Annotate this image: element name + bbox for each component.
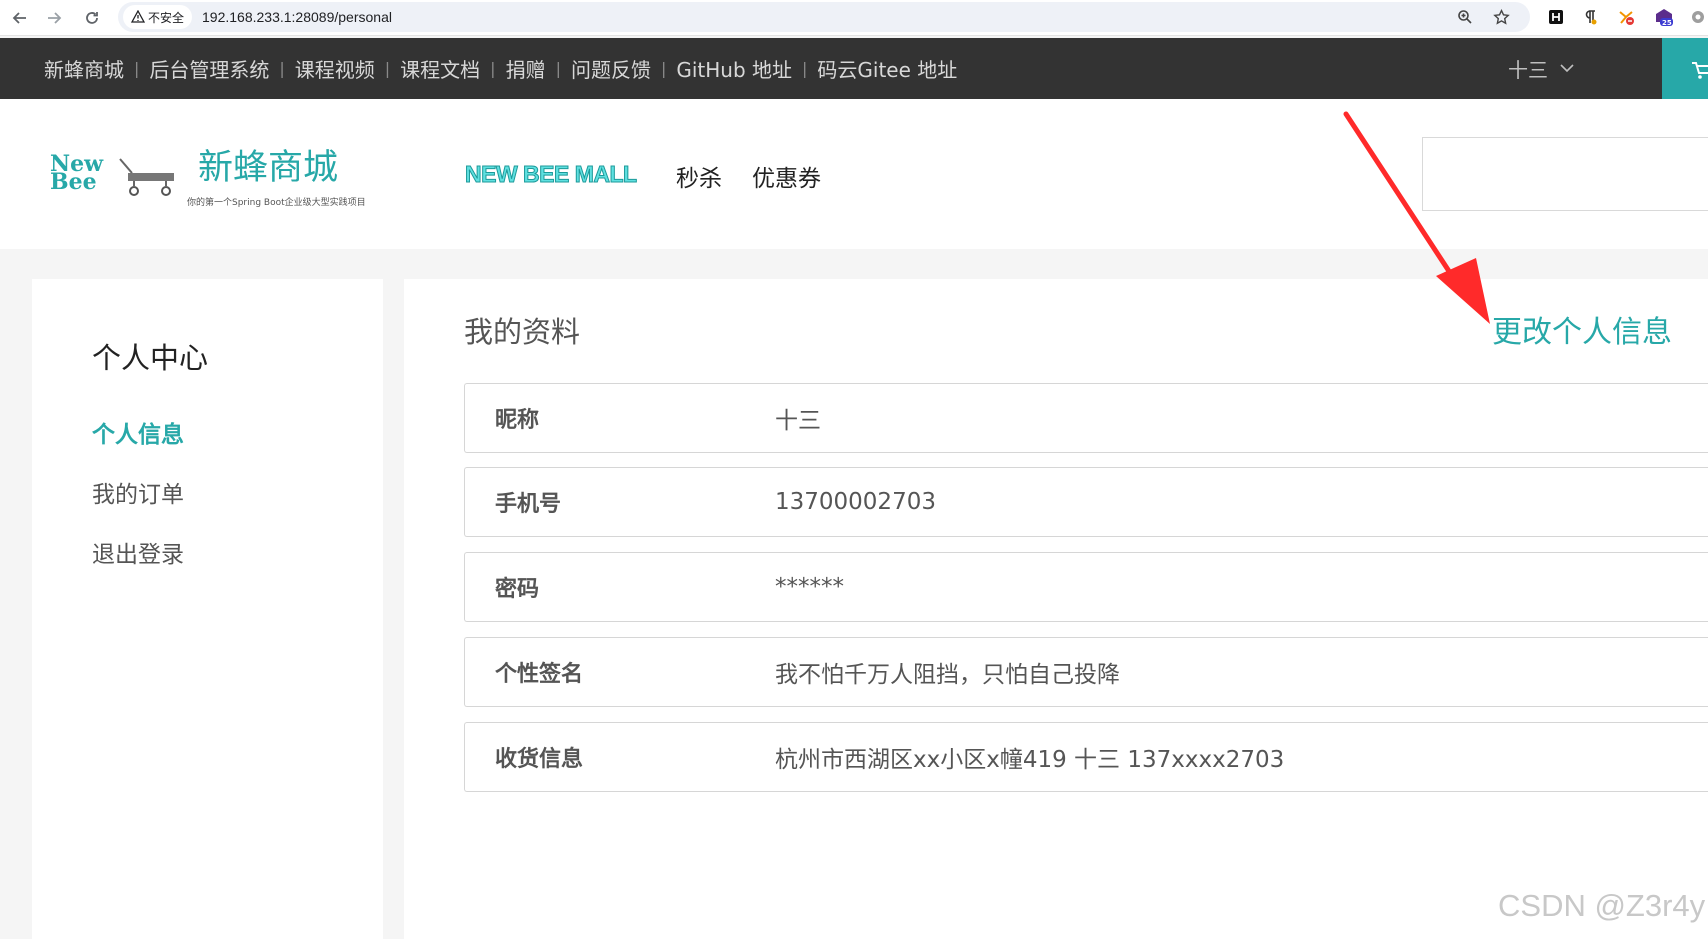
- separator: |: [384, 59, 391, 78]
- forward-icon[interactable]: [40, 4, 68, 32]
- row-value: 杭州市西湖区xx小区x幢419 十三 137xxxx2703: [775, 747, 1285, 773]
- profile-row-signature: 个性签名 我不怕千万人阻挡，只怕自己投降: [464, 637, 1708, 707]
- user-menu[interactable]: 十三: [1508, 38, 1574, 99]
- cart-logo-icon: [119, 158, 174, 196]
- row-value: 十三: [775, 408, 821, 434]
- page-title: 我的资料: [464, 315, 581, 349]
- top-link-admin[interactable]: 后台管理系统: [149, 54, 269, 83]
- extension-h-icon[interactable]: [1544, 5, 1568, 29]
- warning-icon: [131, 10, 145, 23]
- mall-wordmark: NEW BEE MALL: [465, 161, 638, 188]
- row-value: ******: [775, 574, 844, 600]
- brand-name[interactable]: 新蜂商城: [198, 139, 338, 190]
- logo-text-bee: Bee: [50, 169, 97, 195]
- url-text[interactable]: 192.168.233.1:28089/personal: [202, 9, 392, 25]
- cart-icon: [1692, 61, 1708, 79]
- annotation-arrow-icon: [1343, 111, 1490, 324]
- cart-button[interactable]: [1662, 38, 1708, 99]
- chevron-down-icon: [1560, 64, 1574, 73]
- zoom-icon[interactable]: [1454, 6, 1476, 28]
- nav-coupons[interactable]: 优惠券: [752, 159, 821, 193]
- separator: |: [490, 59, 496, 78]
- address-bar[interactable]: 不安全 192.168.233.1:28089/personal: [118, 2, 1530, 32]
- watermark: CSDN @Z3r4y: [1498, 888, 1706, 923]
- reload-icon[interactable]: [78, 4, 106, 32]
- brand-slogan: 你的第一个Spring Boot企业级大型实践项目: [187, 198, 366, 208]
- profile-row-phone: 手机号 13700002703: [464, 467, 1708, 537]
- row-label: 手机号: [495, 492, 562, 517]
- separator: |: [555, 59, 561, 78]
- top-link-docs[interactable]: 课程文档: [400, 54, 480, 83]
- insecure-label: 不安全: [148, 10, 185, 25]
- separator: |: [802, 59, 808, 78]
- sidebar-item-profile[interactable]: 个人信息: [92, 415, 184, 449]
- username: 十三: [1508, 58, 1548, 82]
- top-link-github[interactable]: GitHub 地址: [676, 54, 792, 83]
- row-label: 收货信息: [495, 747, 584, 772]
- nav-seckill[interactable]: 秒杀: [676, 159, 722, 193]
- profile-row-nickname: 昵称 十三: [464, 383, 1708, 453]
- profile-panel: 我的资料 更改个人信息 昵称 十三 手机号 13700002703 密码 ***…: [404, 279, 1708, 939]
- top-link-videos[interactable]: 课程视频: [295, 54, 375, 83]
- header-nav: 秒杀 优惠券: [676, 159, 821, 193]
- sidebar-item-logout[interactable]: 退出登录: [92, 535, 184, 569]
- browser-toolbar: 不安全 192.168.233.1:28089/personal 25: [0, 0, 1708, 36]
- row-label: 昵称: [495, 408, 540, 433]
- personal-sidebar: 个人中心 个人信息 我的订单 退出登录: [32, 279, 383, 939]
- site-top-bar: 新蜂商城 | 后台管理系统 | 课程视频 | 课程文档 | 捐赠 | 问题反馈 …: [0, 38, 1708, 99]
- extension-paragraph-icon[interactable]: [1578, 5, 1602, 29]
- separator: |: [134, 59, 140, 78]
- extension-profile-icon[interactable]: 25: [1652, 5, 1676, 29]
- security-indicator[interactable]: 不安全: [123, 5, 193, 29]
- separator: |: [660, 59, 667, 78]
- top-link-feedback[interactable]: 问题反馈: [571, 54, 651, 83]
- sidebar-item-orders[interactable]: 我的订单: [92, 475, 184, 509]
- row-label: 密码: [495, 577, 540, 602]
- extension-fan-icon[interactable]: [1614, 5, 1638, 29]
- sidebar-title: 个人中心: [92, 341, 209, 375]
- profile-row-address: 收货信息 杭州市西湖区xx小区x幢419 十三 137xxxx2703: [464, 722, 1708, 792]
- top-link-gitee[interactable]: 码云Gitee 地址: [817, 54, 957, 83]
- row-label: 个性签名: [495, 662, 584, 687]
- top-links: 新蜂商城 | 后台管理系统 | 课程视频 | 课程文档 | 捐赠 | 问题反馈 …: [44, 38, 957, 99]
- top-link-mall[interactable]: 新蜂商城: [44, 54, 124, 83]
- row-value: 13700002703: [775, 489, 936, 515]
- top-link-donate[interactable]: 捐赠: [506, 54, 546, 83]
- edit-profile-link[interactable]: 更改个人信息: [1492, 307, 1672, 351]
- back-icon[interactable]: [6, 4, 34, 32]
- logo[interactable]: New Bee: [50, 153, 103, 195]
- profile-row-password: 密码 ******: [464, 552, 1708, 622]
- extension-gear-icon[interactable]: [1686, 5, 1708, 29]
- svg-text:25: 25: [1662, 19, 1672, 27]
- separator: |: [279, 59, 285, 78]
- row-value: 我不怕千万人阻挡，只怕自己投降: [775, 662, 1120, 688]
- bookmark-star-icon[interactable]: [1490, 6, 1512, 28]
